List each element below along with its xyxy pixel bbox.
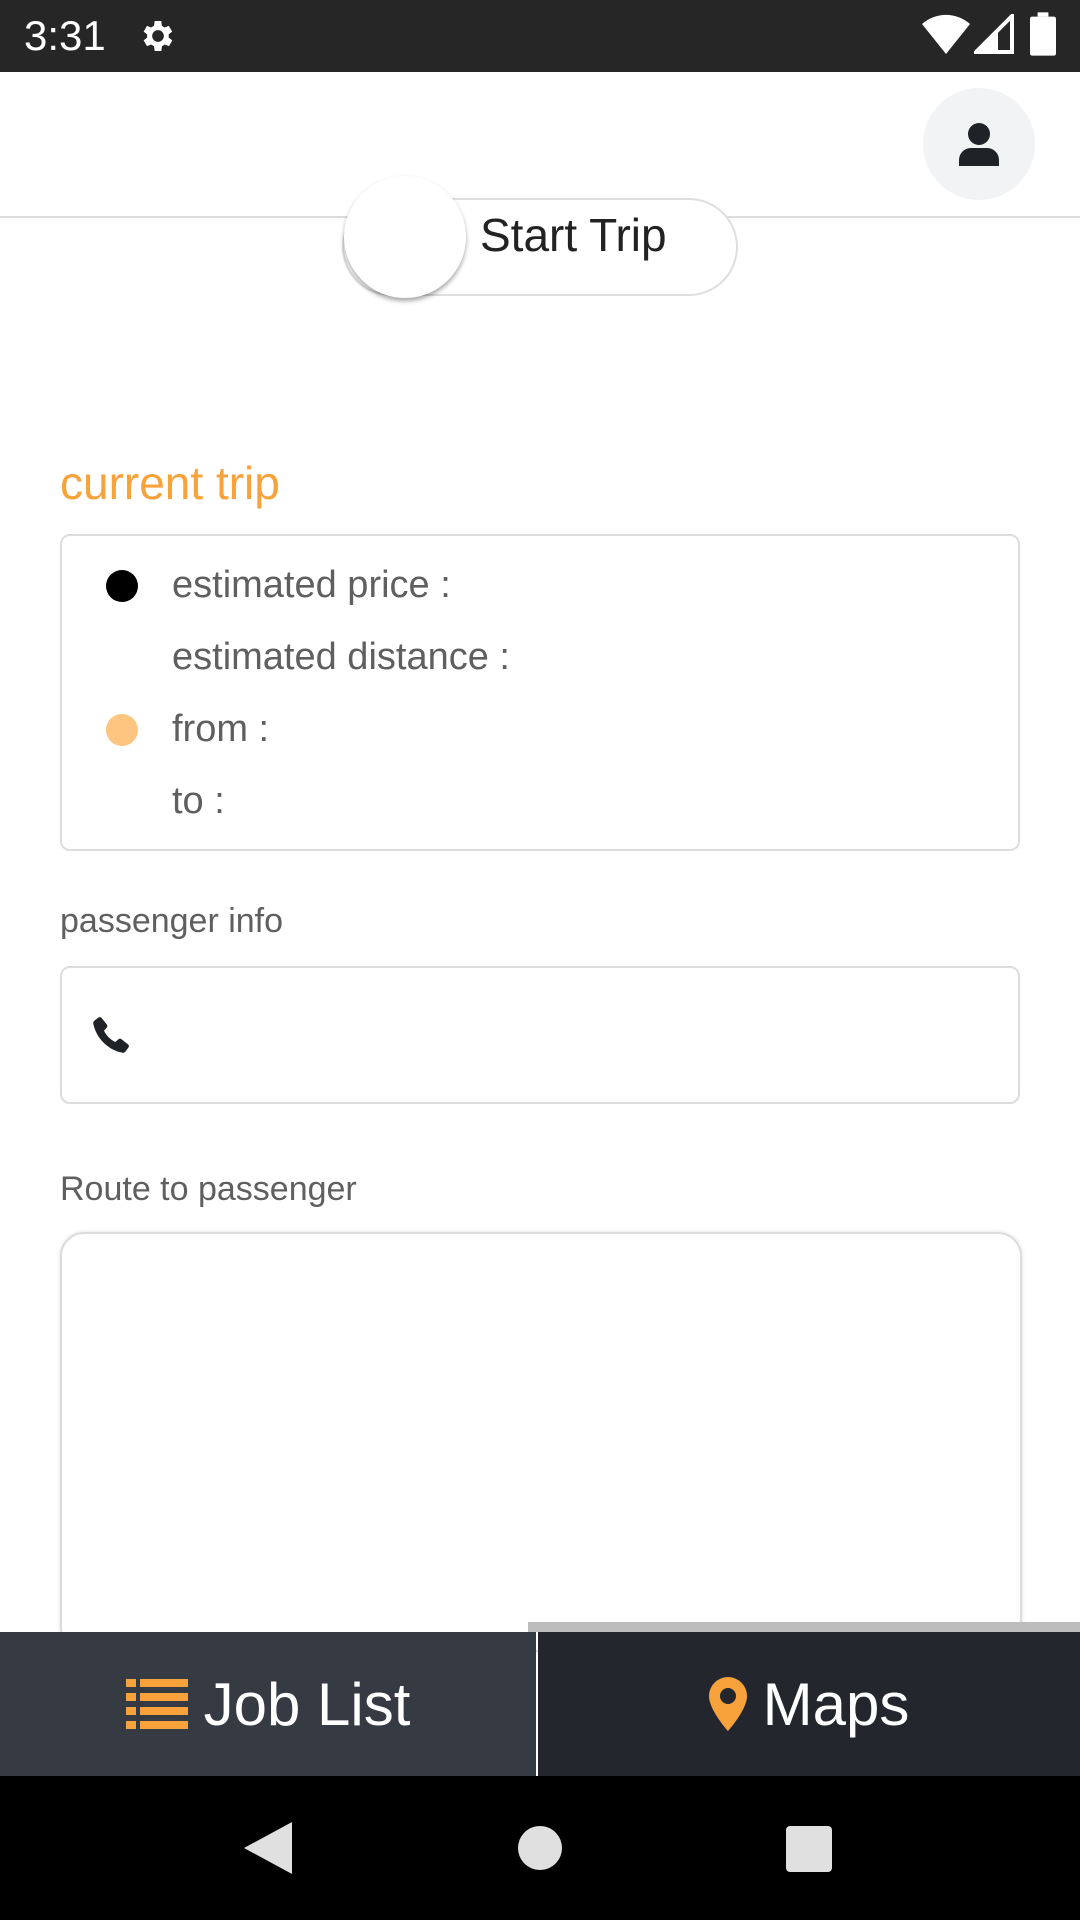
list-icon bbox=[125, 1679, 188, 1729]
passenger-info-title: passenger info bbox=[60, 902, 284, 940]
estimated-distance-label: estimated distance : bbox=[172, 636, 510, 678]
bottom-nav: Job List Maps bbox=[0, 1632, 1080, 1776]
job-list-label: Job List bbox=[203, 1670, 411, 1738]
current-trip-title: current trip bbox=[60, 457, 280, 509]
origin-dot-icon bbox=[106, 714, 138, 746]
status-bar: 3:31 bbox=[0, 0, 1080, 72]
back-icon[interactable] bbox=[244, 1822, 292, 1874]
job-list-tab[interactable]: Job List bbox=[0, 1632, 536, 1776]
route-title: Route to passenger bbox=[60, 1170, 357, 1208]
route-map-card[interactable] bbox=[60, 1232, 1022, 1652]
phone-icon[interactable] bbox=[90, 1014, 132, 1056]
status-time: 3:31 bbox=[24, 12, 106, 59]
maps-label: Maps bbox=[762, 1670, 910, 1738]
gear-icon bbox=[143, 21, 173, 51]
to-label: to : bbox=[172, 780, 225, 822]
maps-tab[interactable]: Maps bbox=[538, 1632, 1080, 1776]
estimated-price-label: estimated price : bbox=[172, 564, 451, 606]
map-pin-icon bbox=[708, 1677, 747, 1731]
from-label: from : bbox=[172, 708, 270, 750]
toggle-knob[interactable] bbox=[344, 176, 466, 298]
recents-icon[interactable] bbox=[786, 1826, 832, 1872]
signal-icon bbox=[974, 14, 1014, 54]
current-trip-card: estimated price : estimated distance : f… bbox=[60, 534, 1020, 851]
battery-icon bbox=[1030, 12, 1056, 56]
passenger-phone-card[interactable] bbox=[60, 966, 1020, 1104]
app-header bbox=[0, 72, 1080, 218]
start-dot-icon bbox=[106, 570, 138, 602]
scroll-indicator bbox=[528, 1622, 1080, 1632]
wifi-icon bbox=[922, 14, 970, 54]
system-nav-bar bbox=[0, 1776, 1080, 1920]
start-trip-toggle[interactable]: Start Trip bbox=[342, 176, 738, 298]
home-icon[interactable] bbox=[518, 1826, 562, 1870]
profile-button[interactable] bbox=[923, 88, 1035, 200]
start-trip-label: Start Trip bbox=[480, 209, 667, 261]
user-icon bbox=[959, 123, 999, 166]
